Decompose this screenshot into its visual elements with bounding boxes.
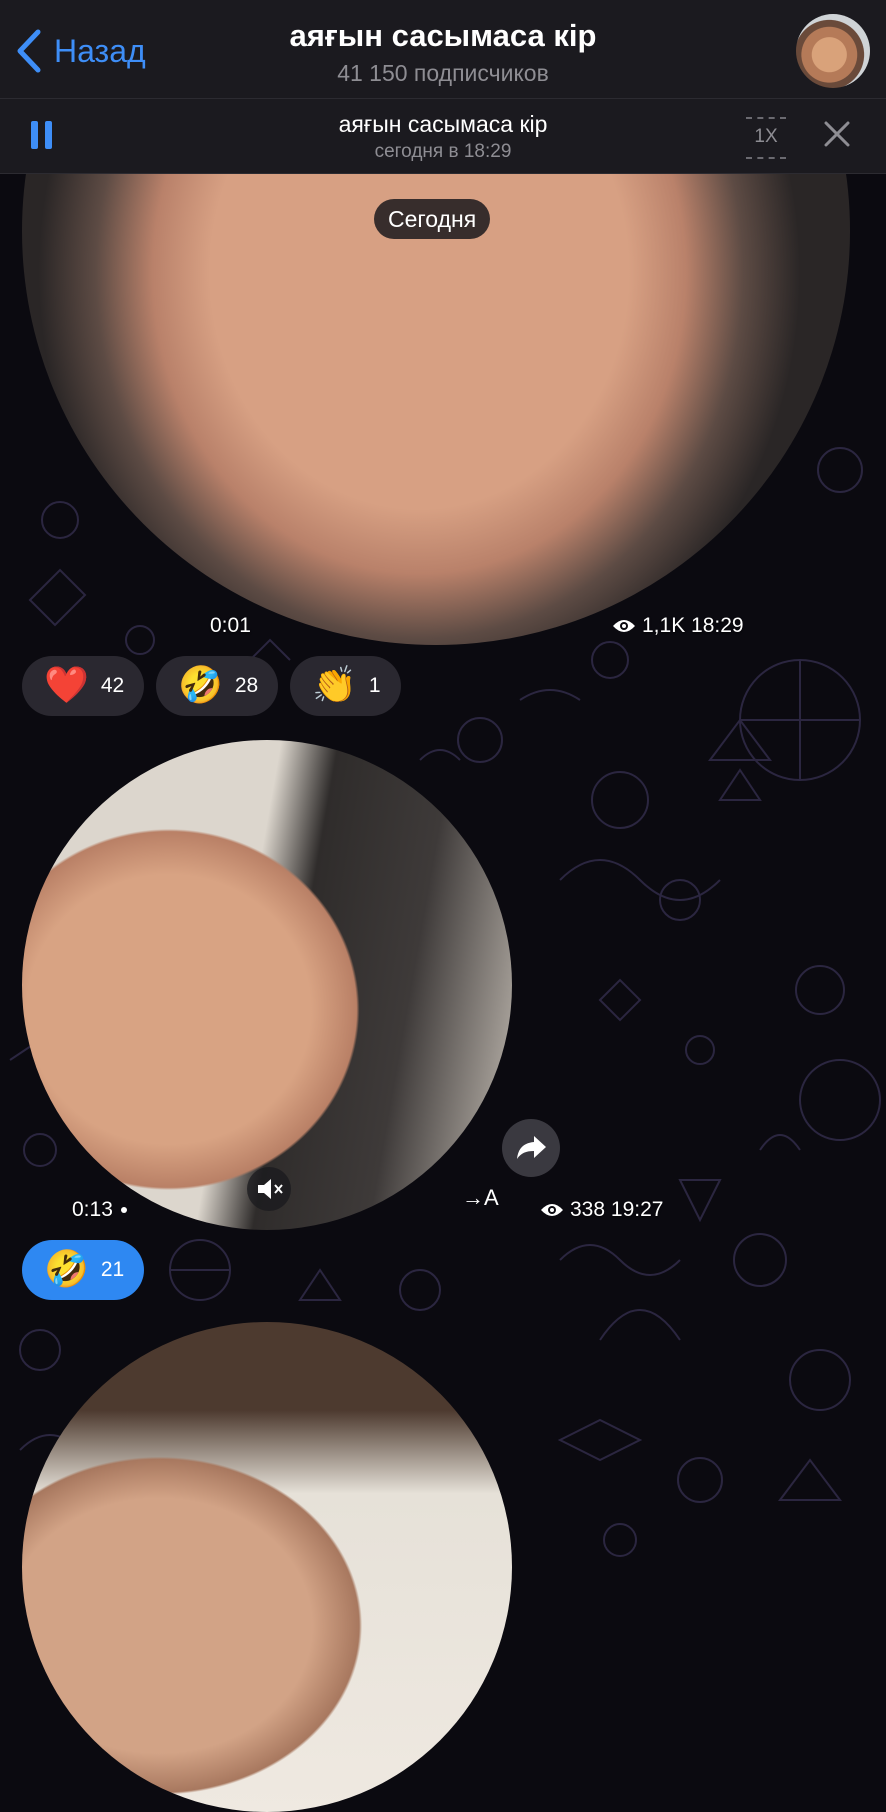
view-count: 338 xyxy=(570,1198,606,1221)
view-count: 1,1K xyxy=(642,614,686,637)
reaction-heart[interactable]: ❤️ 42 xyxy=(22,656,145,716)
reaction-clap[interactable]: 👏 1 xyxy=(290,656,401,716)
reaction-laughing[interactable]: 🤣 21 xyxy=(22,1240,145,1300)
date-separator: Сегодня xyxy=(374,199,491,239)
close-icon[interactable] xyxy=(822,119,852,149)
forward-icon[interactable] xyxy=(502,1119,560,1177)
reaction-count: 42 xyxy=(100,674,125,697)
muted-speaker-icon[interactable] xyxy=(247,1167,291,1211)
reaction-count: 21 xyxy=(100,1258,125,1281)
laughing-emoji-icon: 🤣 xyxy=(44,1249,89,1290)
translate-button[interactable]: →A xyxy=(462,1185,499,1211)
video-duration-group: 0:13 xyxy=(72,1198,127,1222)
playback-speed-button[interactable]: 1X xyxy=(746,117,786,159)
unread-dot xyxy=(120,1207,127,1214)
reaction-laughing[interactable]: 🤣 28 xyxy=(156,656,279,716)
view-count-group: 1,1K 18:29 xyxy=(612,614,744,638)
video-message-3[interactable] xyxy=(22,1322,512,1812)
video-duration: 0:13 xyxy=(72,1198,113,1221)
media-player-bar: аяғын сасымаса кір сегодня в 18:29 1X xyxy=(0,99,886,174)
eye-icon xyxy=(613,620,635,633)
channel-title[interactable]: аяғын сасымаса кір xyxy=(0,18,886,54)
reaction-count: 28 xyxy=(234,674,259,697)
reaction-count: 1 xyxy=(368,674,381,697)
video-duration: 0:01 xyxy=(210,614,251,637)
heart-icon: ❤️ xyxy=(44,665,89,706)
view-count-group: 338 19:27 xyxy=(540,1198,663,1222)
message-time: 18:29 xyxy=(691,614,744,637)
laughing-emoji-icon: 🤣 xyxy=(178,665,223,706)
video-message-2[interactable] xyxy=(22,740,512,1230)
channel-avatar[interactable] xyxy=(796,14,870,88)
subscriber-count: 41 150 подписчиков xyxy=(337,60,549,86)
eye-icon xyxy=(541,1204,563,1217)
chat-header: Назад аяғын сасымаса кір 41 150 подписчи… xyxy=(0,0,886,99)
clapping-hands-icon: 👏 xyxy=(312,665,357,706)
message-time: 19:27 xyxy=(610,1198,664,1221)
